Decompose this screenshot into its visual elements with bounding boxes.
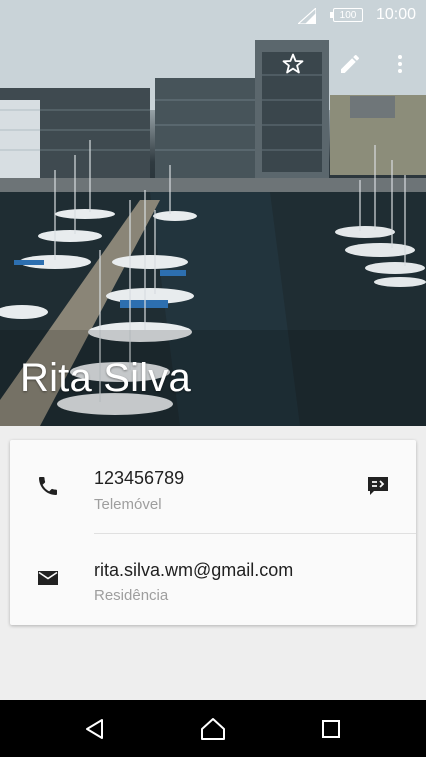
home-icon [201,718,225,740]
recents-button[interactable] [316,714,346,744]
edit-button[interactable] [334,48,366,80]
back-triangle-icon [86,719,103,739]
more-vert-icon [398,55,402,73]
message-icon [368,477,388,495]
phone-row[interactable]: 123456789 Telemóvel [10,440,416,532]
pencil-icon [341,55,359,73]
phone-icon [34,472,62,500]
phone-number: 123456789 [94,468,185,488]
contact-photo-header: 100 10:00 Rita Silva [0,0,426,426]
home-button[interactable] [198,714,228,744]
status-bar: 100 10:00 [0,0,426,32]
recents-square-icon [322,720,340,738]
contact-name: Rita Silva [20,356,191,400]
email-row[interactable]: rita.silva.wm@gmail.com Residência [10,534,416,626]
more-options-button[interactable] [384,48,416,80]
contact-details-card: 123456789 Telemóvel rita.silva.wm@gmail.… [10,440,416,625]
email-icon [34,564,62,592]
battery-indicator: 100 [330,8,363,22]
status-time: 10:00 [375,6,416,23]
email-address: rita.silva.wm@gmail.com [94,560,294,580]
email-type-label: Residência [94,587,169,604]
phone-type-label: Telemóvel [94,496,162,513]
back-button[interactable] [80,714,110,744]
favorite-button[interactable] [277,48,309,80]
navigation-bar [0,700,426,757]
send-message-button[interactable] [364,472,392,500]
star-outline-icon [282,53,304,74]
signal-icon [298,8,316,24]
